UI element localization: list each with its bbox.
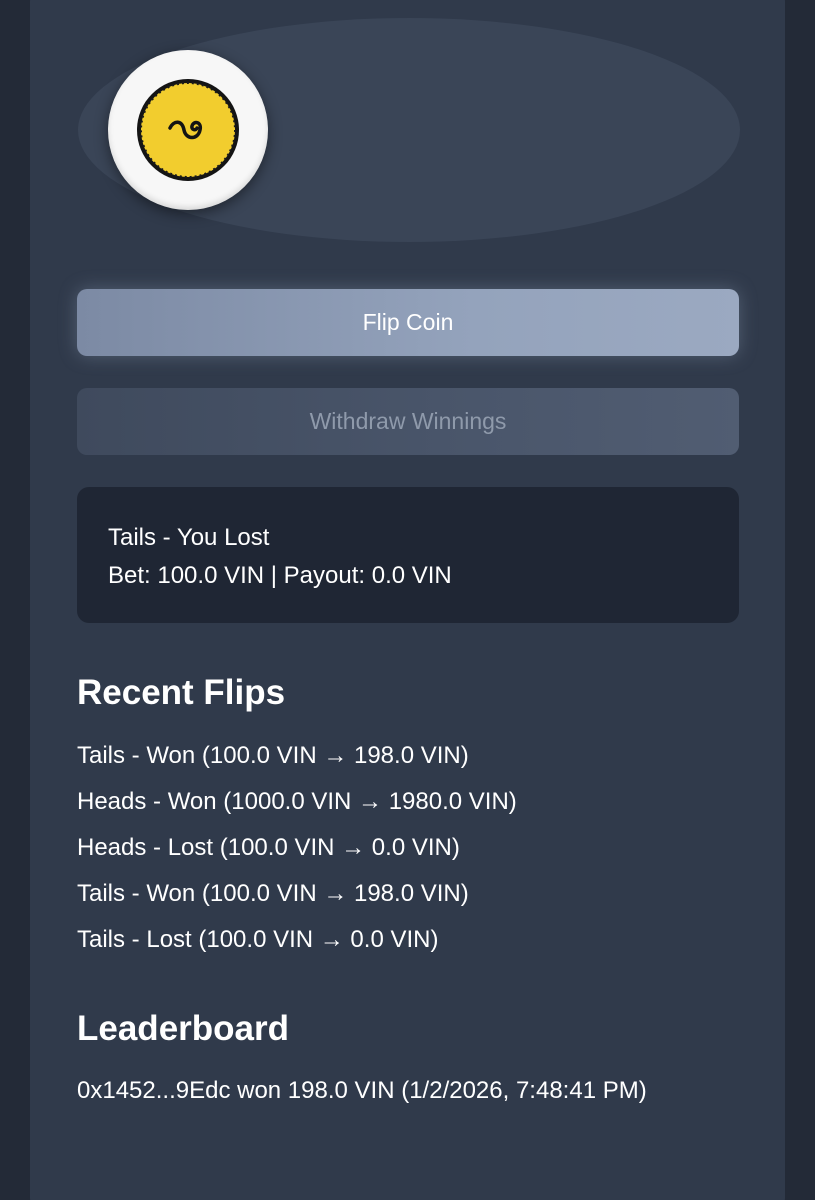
list-item: Tails - Won (100.0 VIN → 198.0 VIN) bbox=[77, 742, 469, 769]
withdraw-winnings-button[interactable]: Withdraw Winnings bbox=[77, 388, 739, 455]
page: Flip Coin Withdraw Winnings Tails - You … bbox=[0, 0, 815, 1200]
leaderboard-entry: 0x1452...9Edc won 198.0 VIN (1/2/2026, 7… bbox=[77, 1077, 647, 1104]
result-details: Bet: 100.0 VIN | Payout: 0.0 VIN bbox=[108, 562, 452, 589]
coin-icon bbox=[108, 50, 268, 210]
list-item: Tails - Won (100.0 VIN → 198.0 VIN) bbox=[77, 880, 469, 907]
recent-flips-title: Recent Flips bbox=[77, 673, 286, 712]
flip-coin-button[interactable]: Flip Coin bbox=[77, 289, 739, 356]
list-item: Heads - Won (1000.0 VIN → 1980.0 VIN) bbox=[77, 788, 517, 815]
list-item: Heads - Lost (100.0 VIN → 0.0 VIN) bbox=[77, 834, 460, 861]
recent-flips-list: Tails - Won (100.0 VIN → 198.0 VIN) Head… bbox=[77, 742, 517, 972]
list-item: Tails - Lost (100.0 VIN → 0.0 VIN) bbox=[77, 926, 439, 953]
leaderboard-title: Leaderboard bbox=[77, 1009, 289, 1048]
result-outcome: Tails - You Lost bbox=[108, 524, 270, 551]
flip-result-box: Tails - You Lost Bet: 100.0 VIN | Payout… bbox=[77, 487, 739, 623]
